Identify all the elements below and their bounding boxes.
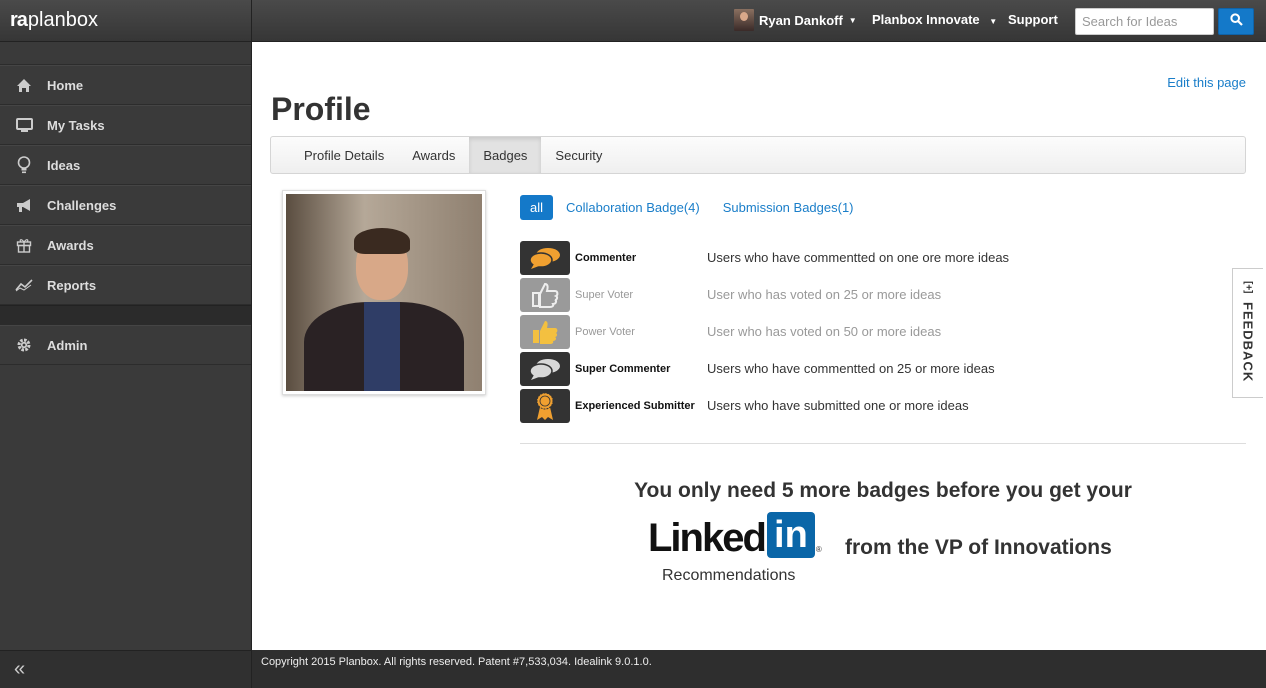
sidebar-separator (0, 305, 251, 325)
tab-profile-details[interactable]: Profile Details (290, 137, 398, 173)
badge-row-experienced-submitter: Experienced Submitter Users who have sub… (520, 387, 1009, 424)
profile-photo-image (286, 194, 482, 391)
sidebar-item-label: Ideas (47, 157, 81, 173)
logo-mark: ra (10, 9, 28, 31)
badge-name: Super Voter (575, 288, 634, 301)
filter-submission-link[interactable]: Submission Badges(1) (723, 200, 854, 215)
innovate-menu-label: Planbox Innovate (872, 12, 980, 27)
profile-tabs: Profile Details Awards Badges Security (270, 136, 1246, 174)
profile-photo (282, 190, 486, 395)
sidebar-item-reports[interactable]: Reports (0, 265, 251, 305)
badge-description: User who has voted on 25 or more ideas (707, 287, 942, 302)
ribbon-award-icon (520, 388, 570, 423)
badge-row-super-commenter: Super Commenter Users who have commentte… (520, 350, 1009, 387)
search-button[interactable] (1218, 8, 1254, 35)
sidebar-item-label: My Tasks (47, 117, 105, 133)
innovate-menu[interactable]: Planbox Innovate ▼ (872, 12, 997, 27)
linkedin-recommendations-label: Recommendations (662, 567, 796, 584)
footer: Copyright 2015 Planbox. All rights reser… (252, 650, 1266, 688)
badge-description: Users who have commentted on 25 or more … (707, 361, 995, 376)
comment-bubbles-icon (520, 351, 570, 386)
thumbs-up-icon (520, 277, 570, 312)
sidebar-item-label: Admin (47, 337, 88, 353)
sidebar-item-my-tasks[interactable]: My Tasks (0, 105, 251, 145)
badge-name: Experienced Submitter (575, 399, 695, 412)
user-menu[interactable]: Ryan Dankoff ▼ (734, 9, 857, 31)
megaphone-icon (14, 195, 34, 215)
photo-hair (354, 228, 410, 254)
page-title: Profile (271, 91, 371, 127)
sidebar-item-ideas[interactable]: Ideas (0, 145, 251, 185)
caret-down-icon: ▼ (989, 17, 998, 26)
linkedin-in-box: in (766, 512, 815, 558)
linkedin-logo: Linked in ® (648, 512, 822, 558)
filter-all-button[interactable]: all (520, 195, 554, 220)
collapse-sidebar-button[interactable]: « (0, 650, 251, 688)
support-link[interactable]: Support (1008, 12, 1058, 27)
badge-row-super-voter: Super Voter User who has voted on 25 or … (520, 276, 1009, 313)
sidebar-item-label: Challenges (47, 197, 117, 213)
sidebar-item-label: Home (47, 77, 84, 93)
comment-bubbles-icon (520, 240, 570, 275)
edit-page-link[interactable]: Edit this page (1167, 75, 1246, 90)
search-input[interactable] (1075, 8, 1214, 35)
caret-down-icon: ▼ (848, 15, 857, 25)
chart-line-icon (14, 275, 34, 295)
sidebar-nav: Home My Tasks Ideas Challenges Awards Re… (0, 64, 251, 365)
promo-subline: from the VP of Innovations (845, 536, 1112, 559)
filter-collaboration-link[interactable]: Collaboration Badge(4) (566, 200, 700, 215)
feedback-label: FEEDBACK (1240, 301, 1256, 382)
sidebar-item-label: Awards (47, 237, 94, 253)
linkedin-wordmark: Linked (648, 516, 767, 560)
tab-badges[interactable]: Badges (469, 137, 542, 173)
badge-description: Users who have submitted one or more ide… (707, 398, 969, 413)
lightbulb-icon (14, 155, 34, 175)
top-bar: Ryan Dankoff ▼ Planbox Innovate ▼ Suppor… (252, 0, 1266, 42)
sidebar-item-awards[interactable]: Awards (0, 225, 251, 265)
section-divider (520, 443, 1246, 444)
photo-shirt (364, 302, 400, 391)
main-content: Edit this page Profile Profile Details A… (252, 42, 1264, 650)
feedback-plus-icon: [+] (1242, 281, 1254, 294)
thumbs-up-icon (520, 314, 570, 349)
badge-description: Users who have commentted on one ore mor… (707, 250, 1010, 265)
logo-text: planbox (27, 9, 98, 31)
badge-filters: all Collaboration Badge(4) Submission Ba… (520, 195, 877, 220)
home-icon (14, 75, 34, 95)
sidebar-item-home[interactable]: Home (0, 65, 251, 105)
badge-name: Super Commenter (575, 362, 671, 375)
user-name: Ryan Dankoff (759, 12, 843, 28)
copyright-text: Copyright 2015 Planbox. All rights reser… (261, 656, 652, 668)
badge-name: Commenter (575, 251, 637, 264)
badge-row-commenter: Commenter Users who have commentted on o… (520, 239, 1009, 276)
feedback-tab[interactable]: [+] FEEDBACK (1232, 268, 1263, 398)
tab-awards[interactable]: Awards (398, 137, 469, 173)
avatar (734, 9, 754, 31)
sidebar-item-label: Reports (47, 277, 97, 293)
badge-list: Commenter Users who have commentted on o… (520, 239, 1009, 424)
sidebar: ra planbox Home My Tasks Ideas Challenge… (0, 0, 252, 688)
search-icon (1229, 12, 1243, 31)
planbox-logo[interactable]: ra planbox (0, 0, 251, 42)
gear-icon (14, 335, 34, 355)
badge-description: User who has voted on 50 or more ideas (707, 324, 942, 339)
promo-headline: You only need 5 more badges before you g… (634, 479, 1132, 502)
sidebar-item-admin[interactable]: Admin (0, 325, 251, 365)
gift-icon (14, 235, 34, 255)
monitor-icon (14, 115, 34, 135)
sidebar-item-challenges[interactable]: Challenges (0, 185, 251, 225)
tab-security[interactable]: Security (541, 137, 616, 173)
linkedin-registered-mark: ® (815, 545, 822, 554)
badge-row-power-voter: Power Voter User who has voted on 50 or … (520, 313, 1009, 350)
badge-name: Power Voter (575, 325, 635, 338)
